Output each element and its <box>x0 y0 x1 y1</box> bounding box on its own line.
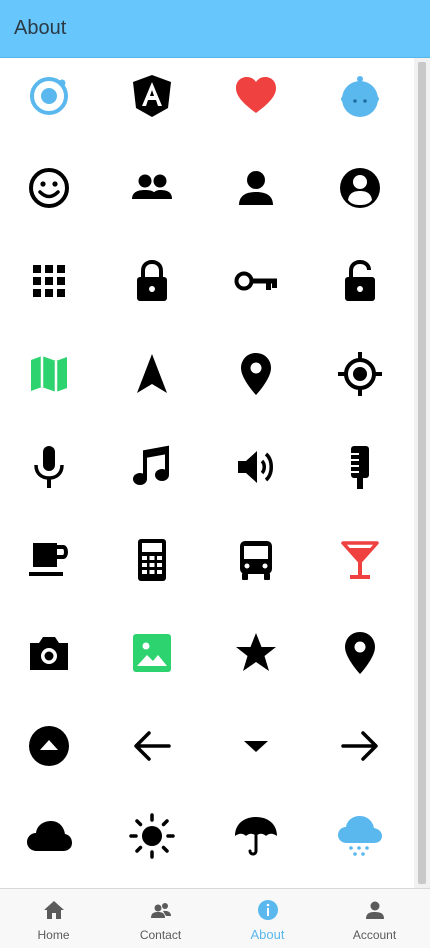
information-circle-icon <box>257 900 278 920</box>
tab-home[interactable]: Home <box>0 889 107 949</box>
camera-icon <box>19 623 79 683</box>
vertical-scrollbar[interactable] <box>414 58 430 888</box>
mic-alt-icon <box>330 437 390 497</box>
lock-icon <box>122 251 182 311</box>
arrow-dropdown-icon <box>226 716 286 776</box>
wine-glass-icon <box>330 530 390 590</box>
home-icon <box>43 901 64 919</box>
contact-icon <box>330 158 390 218</box>
calculator-icon <box>122 530 182 590</box>
coffee-cup-icon <box>19 530 79 590</box>
umbrella-icon <box>226 806 286 866</box>
tab-about[interactable]: About <box>214 889 321 949</box>
tab-home-label: Home <box>37 928 70 942</box>
microphone-icon <box>19 437 79 497</box>
person-icon <box>226 158 286 218</box>
person-icon <box>365 901 384 919</box>
locate-icon <box>330 344 390 404</box>
ionic-logo-icon <box>19 66 79 126</box>
happy-face-icon <box>19 158 79 218</box>
icon-gallery <box>0 58 414 888</box>
image-icon <box>122 623 182 683</box>
tab-account[interactable]: Account <box>321 889 428 949</box>
navigate-icon <box>122 344 182 404</box>
cloud-icon <box>19 806 79 866</box>
arrow-back-icon <box>122 716 182 776</box>
tab-contact[interactable]: Contact <box>107 889 214 949</box>
rainy-icon <box>330 806 390 866</box>
ionitron-icon <box>330 66 390 126</box>
contacts-icon <box>150 903 171 918</box>
arrow-forward-icon <box>330 716 390 776</box>
page-title: About <box>14 17 67 39</box>
volume-icon <box>226 437 286 497</box>
unlock-icon <box>330 251 390 311</box>
tab-bar: Home Contact About Account <box>0 888 430 948</box>
tab-about-label: About <box>250 927 285 942</box>
heart-icon <box>226 66 286 126</box>
apps-grid-icon <box>19 251 79 311</box>
scrollbar-thumb[interactable] <box>418 62 426 884</box>
bus-icon <box>226 530 286 590</box>
pin-icon <box>330 623 390 683</box>
map-icon <box>19 344 79 404</box>
tab-contact-label: Contact <box>139 928 182 942</box>
key-icon <box>226 251 286 311</box>
people-icon <box>122 158 182 218</box>
sunny-icon <box>122 806 182 866</box>
arrow-dropup-circle-icon <box>19 716 79 776</box>
musical-notes-icon <box>122 437 182 497</box>
angular-logo-icon <box>122 66 182 126</box>
star-icon <box>226 623 286 683</box>
tab-account-label: Account <box>352 928 397 942</box>
pin-icon <box>226 344 286 404</box>
app-header: About <box>0 0 430 58</box>
